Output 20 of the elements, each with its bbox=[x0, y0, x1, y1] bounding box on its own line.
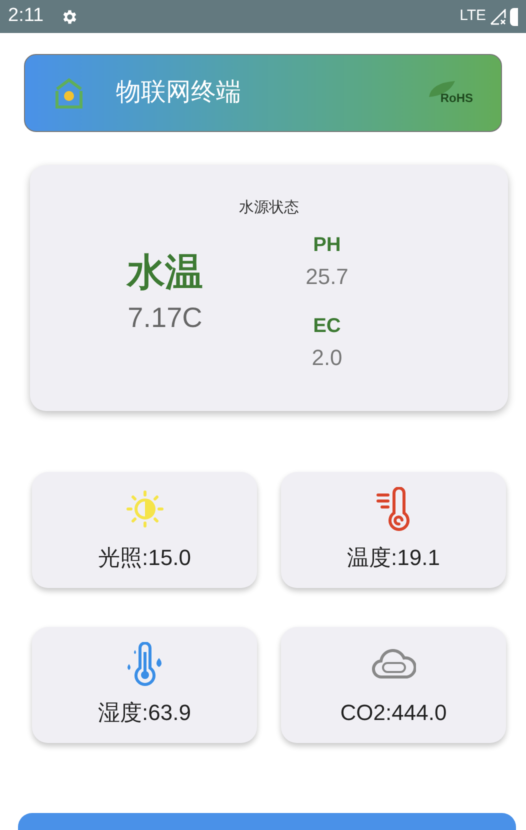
water-temp-label: 水温 bbox=[127, 250, 203, 296]
card-title: 水源状态 bbox=[239, 198, 299, 218]
battery-icon bbox=[510, 8, 518, 26]
app-title: 物联网终端 bbox=[116, 77, 241, 108]
sensor-reading: CO2:444.0 bbox=[340, 698, 447, 726]
metric-label: EC bbox=[313, 314, 341, 338]
network-type: LTE bbox=[460, 6, 486, 26]
metric-value: 25.7 bbox=[306, 262, 348, 290]
sensor-reading: 温度:19.1 bbox=[347, 544, 440, 572]
sensor-reading: 湿度:63.9 bbox=[98, 698, 191, 726]
sun-icon bbox=[126, 490, 164, 528]
metric-label: PH bbox=[313, 232, 341, 258]
water-temp-value: 7.17C bbox=[128, 301, 202, 335]
sensor-reading: 光照:15.0 bbox=[98, 544, 191, 572]
metric-value: 2.0 bbox=[312, 344, 342, 372]
clock: 2:11 bbox=[8, 4, 44, 28]
rohs-logo: RoHS bbox=[427, 79, 473, 107]
cloud-icon bbox=[372, 646, 416, 680]
signal-icon bbox=[490, 8, 506, 24]
house-sun-icon bbox=[54, 77, 84, 109]
